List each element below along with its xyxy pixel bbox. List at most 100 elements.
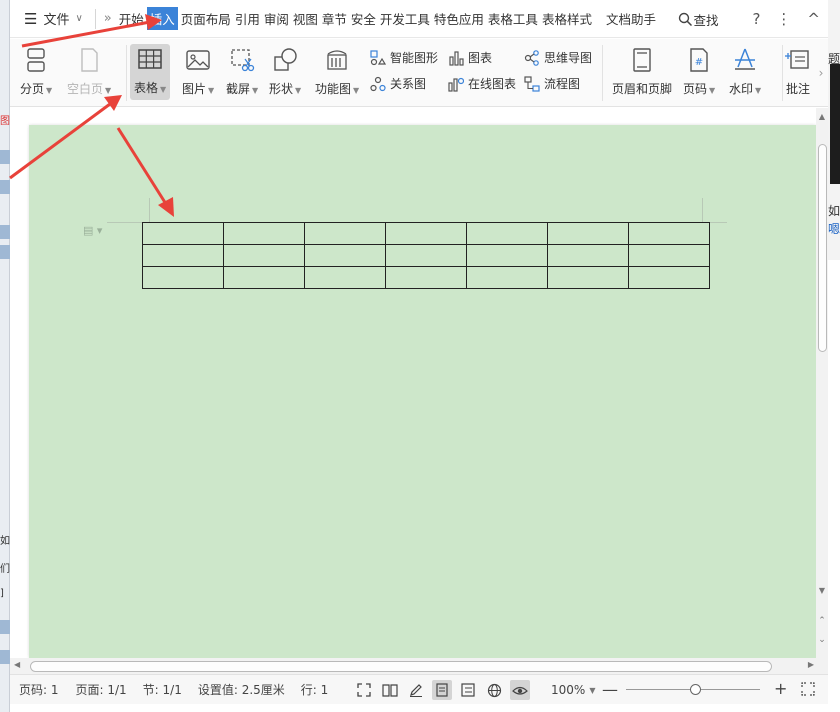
table-cell[interactable] [223, 244, 305, 267]
shapes-button[interactable]: 形状 ▼ [269, 45, 301, 97]
table-cell[interactable] [304, 244, 386, 267]
relation-chart-button[interactable]: 关系图 [370, 75, 426, 92]
table-cell[interactable] [466, 222, 548, 245]
dropdown-caret-icon: ▼ [160, 85, 167, 94]
table-cell[interactable] [547, 222, 629, 245]
dropdown-caret-icon: ▼ [208, 86, 215, 95]
background-window-left: 图 如 们 ] [0, 0, 10, 712]
table-cell[interactable] [304, 222, 386, 245]
mind-map-button[interactable]: 思维导图 [524, 49, 592, 66]
scroll-up-icon[interactable]: ▲ [816, 112, 828, 121]
table-cell[interactable] [628, 222, 710, 245]
tab-section[interactable]: 章节 [321, 7, 348, 30]
screenshot-button[interactable]: 截屏 ▼ [226, 45, 258, 97]
document-table[interactable] [142, 222, 710, 289]
tab-special-apps[interactable]: 特色应用 [433, 7, 485, 30]
tab-doc-assistant[interactable]: 文档助手 [605, 7, 657, 30]
ribbon-scroll-right-icon[interactable]: › [814, 39, 828, 107]
full-screen-icon[interactable] [354, 680, 374, 700]
flowchart-button[interactable]: 流程图 [524, 75, 580, 92]
more-icon[interactable]: ⋮ [776, 10, 791, 28]
table-cell[interactable] [628, 266, 710, 289]
tab-view[interactable]: 视图 [292, 7, 319, 30]
horizontal-scrollbar[interactable]: ◀ ▶ [10, 658, 828, 674]
tab-page-layout[interactable]: 页面布局 [180, 7, 232, 30]
collapse-ribbon-icon[interactable]: ^ [807, 10, 820, 28]
function-chart-button[interactable]: 功能图 ▼ [315, 45, 359, 97]
reading-mode-icon[interactable] [380, 680, 400, 700]
zoom-slider-knob[interactable] [690, 684, 701, 695]
page-number-button[interactable]: # 页码 ▼ [683, 45, 715, 97]
fit-window-icon[interactable] [801, 682, 815, 699]
status-section[interactable]: 节: 1/1 [143, 681, 182, 698]
document-page[interactable]: ▤ ▾ [29, 125, 816, 658]
header-footer-button[interactable]: 页眉和页脚 [612, 45, 672, 97]
table-cell[interactable] [628, 244, 710, 267]
next-page-icon[interactable]: ⌄ [816, 635, 828, 645]
tab-home[interactable]: 开始 [118, 7, 145, 30]
zoom-out-icon[interactable]: — [602, 680, 618, 699]
web-view-icon[interactable] [484, 680, 504, 700]
table-cell[interactable] [385, 244, 467, 267]
table-cell[interactable] [142, 244, 224, 267]
table-cell[interactable] [547, 266, 629, 289]
page-view-icon[interactable] [432, 680, 452, 700]
function-chart-label: 功能图 [315, 82, 352, 96]
watermark-button[interactable]: 水印 ▼ [729, 45, 761, 97]
vertical-scrollbar[interactable]: ▲ ▼ ⌃ ⌄ [816, 108, 828, 658]
pen-icon[interactable] [406, 680, 426, 700]
screenshot-label: 截屏 [226, 82, 251, 96]
table-row [142, 222, 710, 245]
comment-button[interactable]: 批注 [783, 45, 813, 97]
tab-table-style[interactable]: 表格样式 [541, 7, 593, 30]
tab-references[interactable]: 引用 [234, 7, 261, 30]
page-break-button[interactable]: 分页 ▼ [20, 45, 52, 97]
table-cell[interactable] [304, 266, 386, 289]
double-chevron-icon[interactable]: » [104, 11, 112, 26]
table-row [142, 244, 710, 267]
tab-developer[interactable]: 开发工具 [379, 7, 431, 30]
blank-page-button[interactable]: 空白页 ▼ [67, 45, 111, 97]
scroll-left-icon[interactable]: ◀ [14, 660, 20, 669]
table-button[interactable]: 表格 ▼ [130, 44, 171, 100]
tab-review[interactable]: 审阅 [263, 7, 290, 30]
zoom-in-icon[interactable]: + [774, 679, 787, 698]
help-icon[interactable]: ? [752, 10, 760, 28]
chart-button[interactable]: 图表 [448, 49, 492, 66]
file-menu[interactable]: ☰ 文件 ∨ [10, 0, 89, 38]
outline-view-icon[interactable] [458, 680, 478, 700]
table-cell[interactable] [385, 266, 467, 289]
online-chart-icon [448, 76, 464, 92]
blank-page-icon [74, 45, 104, 75]
table-cell[interactable] [466, 266, 548, 289]
status-setting[interactable]: 设置值: 2.5厘米 [198, 681, 285, 698]
horizontal-scroll-thumb[interactable] [30, 661, 772, 672]
find-button[interactable]: 查找 [678, 10, 718, 29]
table-cell[interactable] [142, 266, 224, 289]
zoom-dropdown[interactable]: 100% ▼ [551, 675, 595, 705]
table-cell[interactable] [385, 222, 467, 245]
watermark-label: 水印 [729, 82, 754, 96]
status-line[interactable]: 行: 1 [301, 681, 329, 698]
table-cell[interactable] [547, 244, 629, 267]
status-page-code[interactable]: 页码: 1 [19, 681, 59, 698]
svg-text:#: # [695, 57, 703, 68]
status-page[interactable]: 页面: 1/1 [76, 681, 127, 698]
vertical-scroll-thumb[interactable] [818, 144, 827, 352]
picture-button[interactable]: 图片 ▼ [182, 45, 214, 97]
tab-security[interactable]: 安全 [350, 7, 377, 30]
document-area[interactable]: ▤ ▾ [10, 108, 816, 658]
tab-table-tools[interactable]: 表格工具 [487, 7, 539, 30]
scroll-down-icon[interactable]: ▼ [816, 586, 828, 595]
table-cell[interactable] [466, 244, 548, 267]
paragraph-layout-icon[interactable]: ▤ ▾ [83, 224, 102, 237]
table-cell[interactable] [142, 222, 224, 245]
table-cell[interactable] [223, 222, 305, 245]
tab-insert[interactable]: 插入 [146, 7, 178, 30]
previous-page-icon[interactable]: ⌃ [816, 616, 828, 626]
smart-graphic-button[interactable]: 智能图形 [370, 49, 438, 66]
scroll-right-icon[interactable]: ▶ [808, 660, 814, 669]
eye-protection-icon[interactable] [510, 680, 530, 700]
online-chart-button[interactable]: 在线图表 [448, 75, 516, 92]
table-cell[interactable] [223, 266, 305, 289]
